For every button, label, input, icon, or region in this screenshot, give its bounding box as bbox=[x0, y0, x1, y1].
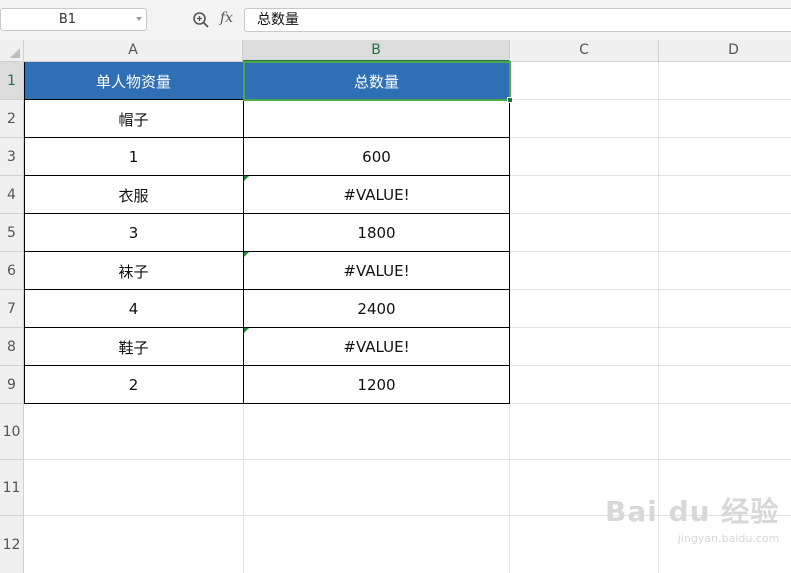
cell-a7[interactable]: 4 bbox=[24, 290, 243, 328]
cell-b5[interactable]: 1800 bbox=[243, 214, 510, 252]
column-header-d[interactable]: D bbox=[659, 40, 791, 61]
gridline bbox=[510, 403, 791, 404]
cell-a5[interactable]: 3 bbox=[24, 214, 243, 252]
gridline bbox=[510, 365, 791, 366]
cell-a8[interactable]: 鞋子 bbox=[24, 328, 243, 366]
cell-a1[interactable]: 单人物资量 bbox=[24, 62, 243, 100]
table-border bbox=[24, 137, 510, 138]
table-border bbox=[243, 62, 244, 404]
cell-a4[interactable]: 衣服 bbox=[24, 176, 243, 214]
table-border bbox=[24, 99, 510, 100]
table-border bbox=[509, 62, 510, 404]
gridline bbox=[24, 459, 791, 460]
cell-a3[interactable]: 1 bbox=[24, 138, 243, 176]
cell-b9[interactable]: 1200 bbox=[243, 366, 510, 404]
cell-b8[interactable]: #VALUE! bbox=[243, 328, 510, 366]
row-header-11[interactable]: 11 bbox=[0, 460, 24, 516]
cell-b6-text: #VALUE! bbox=[343, 262, 410, 280]
error-indicator-icon bbox=[244, 176, 249, 181]
cell-a2[interactable]: 帽子 bbox=[24, 100, 243, 138]
gridline bbox=[510, 175, 791, 176]
column-header-row: A B C D bbox=[0, 40, 791, 62]
gridline bbox=[510, 99, 791, 100]
baidu-watermark: Bai du 经验 jingyan.baidu.com bbox=[605, 490, 779, 545]
table-border bbox=[24, 213, 510, 214]
table-border bbox=[24, 175, 510, 176]
formula-input[interactable]: 总数量 bbox=[244, 8, 791, 32]
gridline bbox=[510, 137, 791, 138]
gridline bbox=[243, 404, 244, 573]
cell-b3[interactable]: 600 bbox=[243, 138, 510, 176]
table-border bbox=[24, 289, 510, 290]
cell-b8-text: #VALUE! bbox=[343, 338, 410, 356]
gridline bbox=[510, 289, 791, 290]
row-header-10[interactable]: 10 bbox=[0, 404, 24, 460]
select-all-icon bbox=[10, 48, 20, 58]
fx-icon[interactable]: fx bbox=[220, 10, 233, 26]
chevron-down-icon[interactable] bbox=[136, 17, 142, 21]
gridline bbox=[510, 251, 791, 252]
error-indicator-icon bbox=[244, 328, 249, 333]
formula-text: 总数量 bbox=[257, 12, 299, 28]
row-header-8[interactable]: 8 bbox=[0, 328, 24, 366]
formula-bar: B1 fx 总数量 bbox=[0, 0, 791, 41]
cell-a9[interactable]: 2 bbox=[24, 366, 243, 404]
table-border bbox=[24, 327, 510, 328]
cell-b4-text: #VALUE! bbox=[343, 186, 410, 204]
column-header-a[interactable]: A bbox=[24, 40, 243, 61]
fill-handle[interactable] bbox=[507, 97, 513, 103]
table-border bbox=[24, 251, 510, 252]
row-header-4[interactable]: 4 bbox=[0, 176, 24, 214]
cell-b6[interactable]: #VALUE! bbox=[243, 252, 510, 290]
row-header-5[interactable]: 5 bbox=[0, 214, 24, 252]
select-all-corner[interactable] bbox=[0, 40, 24, 61]
row-header-9[interactable]: 9 bbox=[0, 366, 24, 404]
row-header-1[interactable]: 1 bbox=[0, 62, 24, 100]
watermark-main: Bai du 经验 bbox=[605, 495, 780, 528]
row-header-7[interactable]: 7 bbox=[0, 290, 24, 328]
table-border bbox=[24, 365, 510, 366]
watermark-sub: jingyan.baidu.com bbox=[677, 532, 780, 545]
table-border bbox=[24, 62, 25, 404]
gridline bbox=[509, 404, 510, 573]
name-box[interactable]: B1 bbox=[0, 8, 147, 31]
row-header-6[interactable]: 6 bbox=[0, 252, 24, 290]
error-indicator-icon bbox=[244, 252, 249, 257]
gridline bbox=[510, 327, 791, 328]
row-header-2[interactable]: 2 bbox=[0, 100, 24, 138]
column-header-c[interactable]: C bbox=[510, 40, 659, 61]
cell-a6[interactable]: 袜子 bbox=[24, 252, 243, 290]
cell-b2[interactable] bbox=[243, 100, 510, 138]
name-box-value: B1 bbox=[58, 12, 77, 27]
cell-b7[interactable]: 2400 bbox=[243, 290, 510, 328]
row-header-3[interactable]: 3 bbox=[0, 138, 24, 176]
gridline bbox=[510, 213, 791, 214]
column-header-b[interactable]: B bbox=[243, 40, 510, 62]
cell-b1[interactable]: 总数量 bbox=[243, 62, 510, 100]
table-border bbox=[24, 403, 510, 404]
row-header-column: 1 2 3 4 5 6 7 8 9 10 11 12 bbox=[0, 62, 24, 573]
row-header-12[interactable]: 12 bbox=[0, 516, 24, 573]
cell-b4[interactable]: #VALUE! bbox=[243, 176, 510, 214]
zoom-icon[interactable] bbox=[192, 11, 210, 29]
